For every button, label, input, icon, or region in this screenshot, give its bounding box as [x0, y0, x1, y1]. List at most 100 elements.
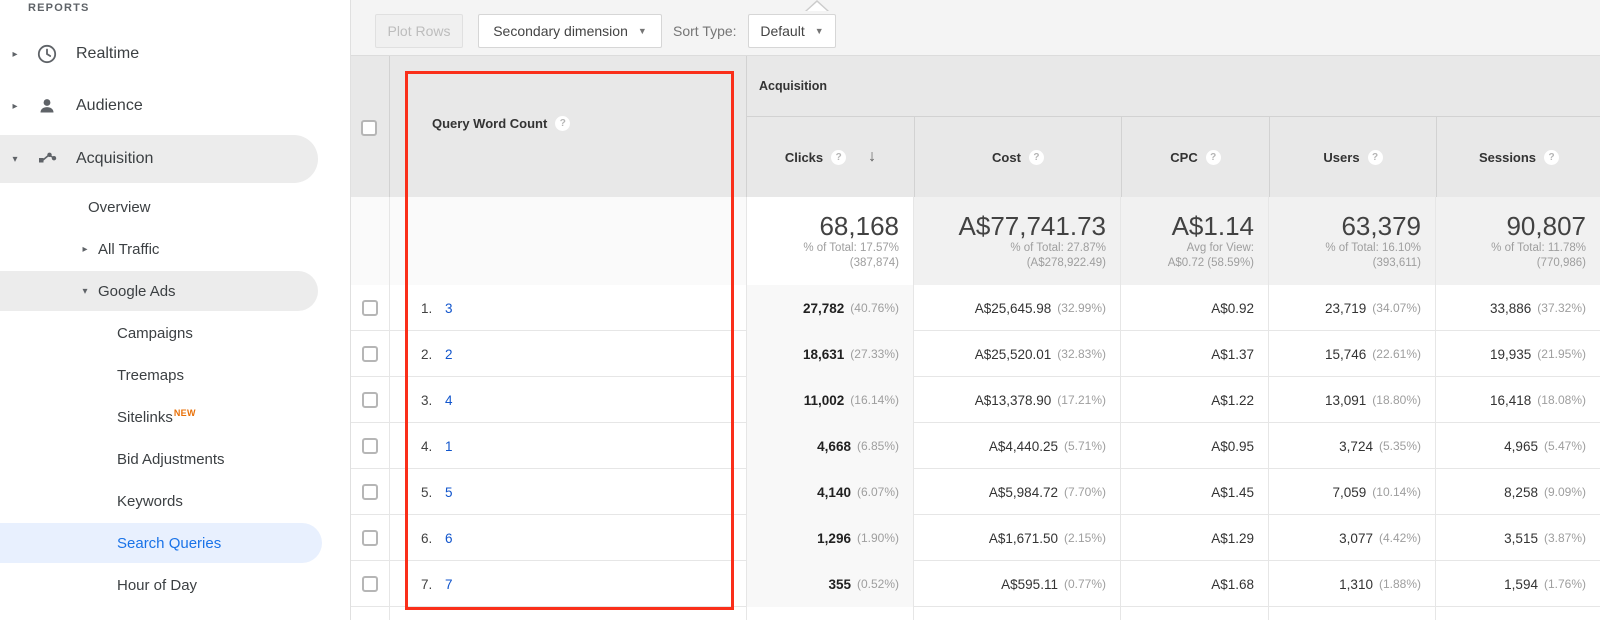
column-header-users[interactable]: Users ?: [1269, 117, 1436, 197]
chevron-right-icon[interactable]: ▸: [8, 49, 22, 60]
sidebar-item-label: Audience: [76, 97, 143, 114]
row-dimension-cell: 5. 5: [390, 469, 747, 515]
chevron-right-icon[interactable]: ▸: [78, 244, 92, 255]
total-sub: A$0.72 (58.59%): [1167, 257, 1254, 269]
sidebar-item-label: Acquisition: [76, 150, 154, 167]
person-icon: [36, 95, 62, 117]
cost-cell: A$25,520.01 (32.83%): [914, 331, 1121, 377]
row-checkbox[interactable]: [362, 392, 378, 408]
row-checkbox[interactable]: [362, 438, 378, 454]
sidebar-item-hour-of-day[interactable]: Hour of Day: [0, 565, 197, 605]
sidebar-item-label: Campaigns: [117, 324, 193, 342]
cost-percent: (5.71%): [1063, 439, 1106, 453]
chevron-down-icon[interactable]: ▾: [8, 154, 22, 165]
sidebar-item-realtime[interactable]: ▸ Realtime: [0, 34, 139, 74]
sidebar-item-keywords[interactable]: Keywords: [0, 481, 183, 521]
row-checkbox[interactable]: [362, 484, 378, 500]
sidebar-item-overview[interactable]: Overview: [0, 187, 151, 227]
help-icon[interactable]: ?: [1028, 149, 1044, 165]
row-checkbox[interactable]: [362, 300, 378, 316]
row-rank: 3.: [421, 392, 433, 408]
sidebar-item-google-ads[interactable]: ▾ Google Ads: [0, 271, 318, 311]
row-checkbox[interactable]: [362, 576, 378, 592]
total-sub: Avg for View:: [1186, 242, 1254, 254]
cost-cell: A$13,378.90 (17.21%): [914, 377, 1121, 423]
row-dimension-cell: 1. 3: [390, 285, 747, 331]
row-checkbox-cell: [351, 469, 390, 515]
column-header-cpc[interactable]: CPC ?: [1121, 117, 1269, 197]
sidebar-item-treemaps[interactable]: Treemaps: [0, 355, 184, 395]
help-icon[interactable]: ?: [555, 116, 571, 131]
sidebar-item-bid-adjustments[interactable]: Bid Adjustments: [0, 439, 225, 479]
cpc-cell: A$0.95: [1121, 423, 1269, 469]
sort-type-dropdown[interactable]: Default ▼: [748, 14, 836, 48]
cost-cell: A$1,671.50 (2.15%): [914, 515, 1121, 561]
word-count-link[interactable]: 2: [445, 347, 453, 362]
sidebar-item-acquisition[interactable]: ▾ Acquisition: [0, 135, 318, 183]
cost-value: A$13,378.90: [974, 392, 1052, 408]
word-count-link[interactable]: 6: [445, 531, 453, 546]
sort-descending-icon[interactable]: ↓: [868, 148, 876, 166]
totals-row: 68,168 % of Total: 17.57% (387,874) A$77…: [351, 197, 1600, 285]
word-count-link[interactable]: 3: [445, 301, 453, 316]
sidebar-item-search-queries[interactable]: Search Queries: [0, 523, 322, 563]
word-count-link[interactable]: 7: [445, 577, 453, 592]
total-sub: (387,874): [849, 257, 899, 269]
sessions-value: 16,418: [1490, 392, 1532, 408]
sort-type-value: Default: [760, 23, 805, 39]
word-count-link[interactable]: 4: [445, 393, 453, 408]
cost-value: A$595.11: [1001, 576, 1058, 592]
sidebar-item-campaigns[interactable]: Campaigns: [0, 313, 193, 353]
row-dimension-cell: 3. 4: [390, 377, 747, 423]
table-row: 3. 4 11,002 (16.14%) A$13,378.90 (17.21%…: [351, 377, 1600, 423]
clicks-value: 1,296: [817, 530, 851, 546]
table-header: Query Word Count ? Acquisition Clicks ? …: [351, 56, 1600, 197]
row-checkbox[interactable]: [362, 346, 378, 362]
row-rank: 2.: [421, 346, 433, 362]
help-icon[interactable]: ?: [1544, 149, 1560, 165]
sidebar: REPORTS ▸ Realtime ▸ Audience ▾ Acquisit…: [0, 0, 350, 620]
sidebar-item-sitelinks[interactable]: Sitelinks NEW: [0, 397, 196, 437]
totals-checkbox-cell: [351, 197, 390, 285]
cost-percent: (2.15%): [1063, 531, 1106, 545]
sidebar-item-audience[interactable]: ▸ Audience: [0, 86, 143, 126]
dimension-header-label[interactable]: Query Word Count: [432, 116, 547, 131]
clicks-cell: 1,296 (1.90%): [747, 515, 914, 561]
secondary-dimension-label: Secondary dimension: [493, 23, 628, 39]
cpc-value: A$1.37: [1211, 346, 1254, 362]
column-header-cost[interactable]: Cost ?: [914, 117, 1121, 197]
help-icon[interactable]: ?: [1205, 149, 1221, 165]
row-checkbox-cell: [351, 331, 390, 377]
row-checkbox[interactable]: [362, 530, 378, 546]
row-checkbox-cell: [351, 423, 390, 469]
cost-value: A$4,440.25: [988, 438, 1058, 454]
sidebar-item-all-traffic[interactable]: ▸ All Traffic: [0, 229, 159, 269]
help-icon[interactable]: ?: [831, 149, 847, 165]
column-header-clicks[interactable]: Clicks ? ↓: [747, 117, 914, 197]
secondary-dimension-dropdown[interactable]: Secondary dimension ▼: [478, 14, 662, 48]
table-row: 2. 2 18,631 (27.33%) A$25,520.01 (32.83%…: [351, 331, 1600, 377]
word-count-link[interactable]: 1: [445, 439, 453, 454]
table-row: 7. 7 355 (0.52%) A$595.11 (0.77%) A$1.68…: [351, 561, 1600, 607]
row-rank: 4.: [421, 438, 433, 454]
clicks-percent: (27.33%): [850, 347, 899, 361]
users-value: 15,746: [1325, 346, 1367, 362]
cpc-value: A$1.29: [1211, 530, 1254, 546]
select-all-checkbox[interactable]: [361, 120, 377, 136]
help-icon[interactable]: ?: [1367, 149, 1383, 165]
acquisition-icon: [36, 148, 62, 170]
plot-rows-button[interactable]: Plot Rows: [375, 14, 463, 48]
sessions-cell: 8,258 (9.09%): [1436, 469, 1600, 515]
sidebar-item-label: Search Queries: [117, 534, 222, 552]
table-body: 1. 3 27,782 (40.76%) A$25,645.98 (32.99%…: [351, 285, 1600, 620]
row-dimension-cell: 4. 1: [390, 423, 747, 469]
chevron-right-icon[interactable]: ▸: [8, 101, 22, 112]
group-header-label: Acquisition: [759, 79, 828, 93]
column-header-sessions[interactable]: Sessions ?: [1436, 117, 1600, 197]
sidebar-item-label: Realtime: [76, 45, 140, 62]
word-count-link[interactable]: 5: [445, 485, 453, 500]
row-checkbox-cell: [351, 285, 390, 331]
chevron-down-icon[interactable]: ▾: [78, 286, 92, 297]
totals-cost: A$77,741.73 % of Total: 27.87% (A$278,92…: [914, 197, 1121, 285]
users-cell: 1,310 (1.88%): [1269, 561, 1436, 607]
